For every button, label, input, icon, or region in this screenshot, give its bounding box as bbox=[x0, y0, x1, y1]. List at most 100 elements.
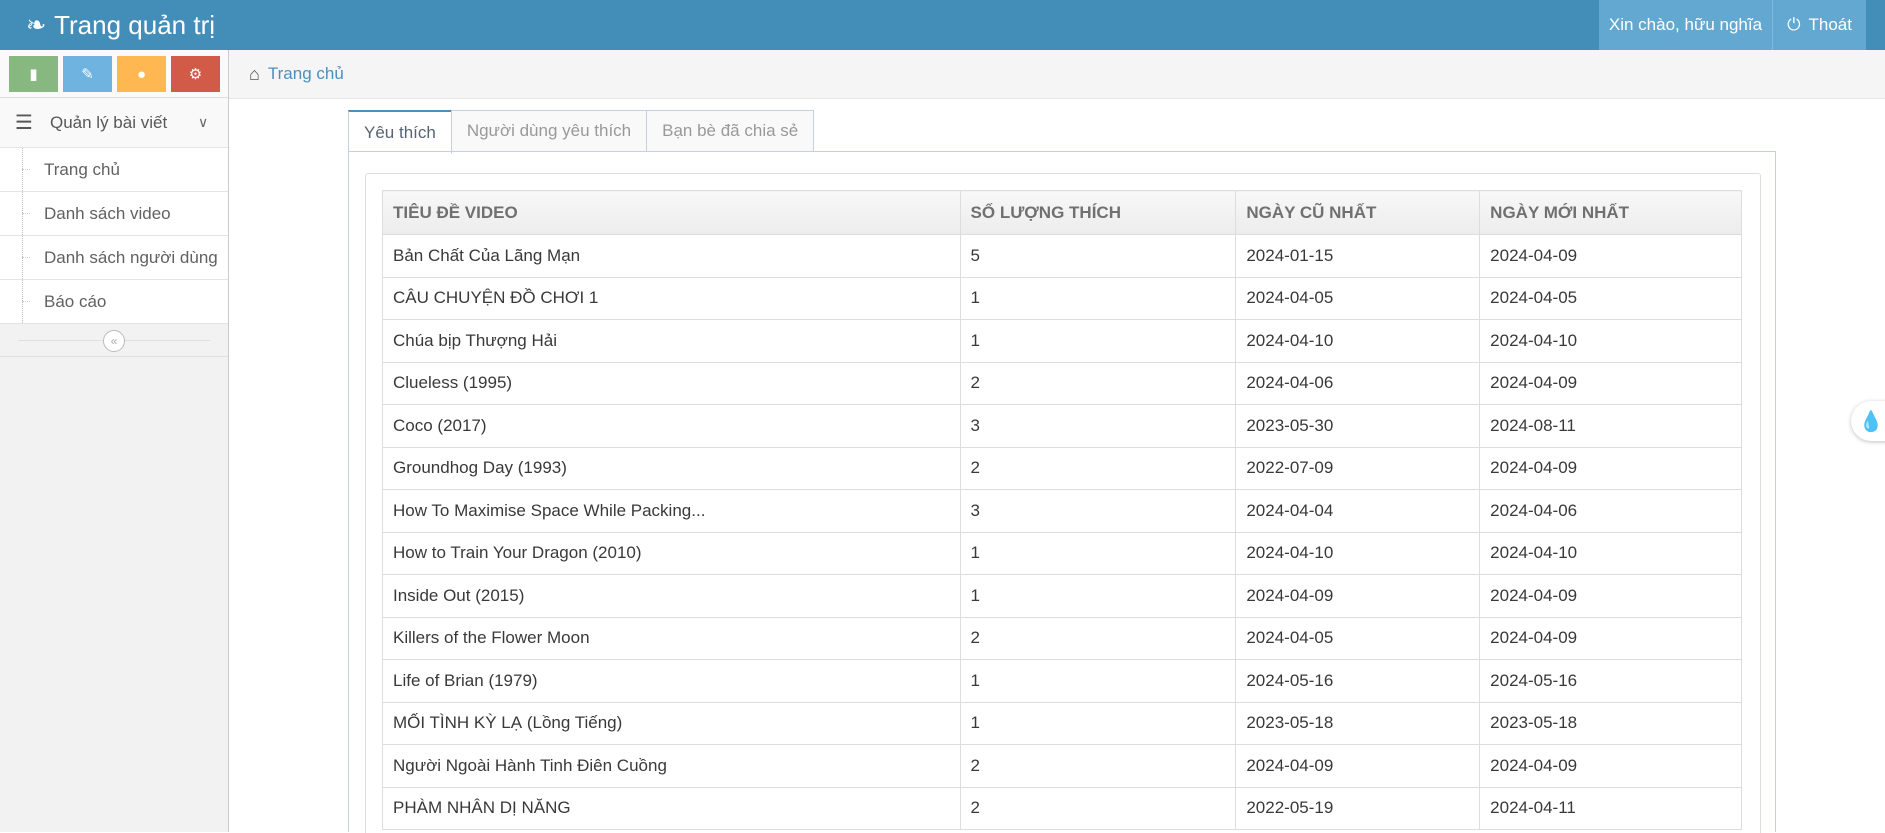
cell-title: Killers of the Flower Moon bbox=[382, 616, 961, 660]
sidebar-item-video-list[interactable]: Danh sách video bbox=[0, 192, 228, 236]
logout-button[interactable]: ⏻ Thoát bbox=[1773, 0, 1866, 50]
table-row: Killers of the Flower Moon 2 2024-04-05 202… bbox=[382, 616, 1742, 660]
cell-newest: 2024-05-16 bbox=[1479, 659, 1742, 703]
cell-title: CÂU CHUYỆN ĐỒ CHƠI 1 bbox=[382, 276, 961, 320]
list-icon: ☰ bbox=[15, 112, 33, 134]
navbar-right: Xin chào, hữu nghĩa ⏻ Thoát bbox=[1598, 0, 1866, 50]
cell-newest: 2024-04-06 bbox=[1479, 489, 1742, 533]
table-row: Coco (2017) 3 2023-05-30 2024-08-11 bbox=[382, 404, 1742, 448]
cell-newest: 2024-04-10 bbox=[1479, 319, 1742, 363]
table-row: Người Ngoài Hành Tinh Điên Cuồng 2 2024-04… bbox=[382, 744, 1742, 788]
table-row: How to Train Your Dragon (2010) 1 2024-04-… bbox=[382, 531, 1742, 575]
sidebar-item-user-list[interactable]: Danh sách người dùng bbox=[0, 236, 228, 280]
chevron-down-icon: ∨ bbox=[198, 114, 209, 130]
cell-title: Coco (2017) bbox=[382, 404, 961, 448]
sidebar: ▮ ✎ ● ⚙ ☰ Quản lý bài viết ∨ Trang chủ D… bbox=[0, 50, 229, 832]
tab-favorite-users[interactable]: Người dùng yêu thích bbox=[450, 110, 648, 152]
users-icon[interactable]: ● bbox=[117, 56, 166, 92]
cell-newest: 2024-04-09 bbox=[1479, 616, 1742, 660]
cell-title: MỐI TÌNH KỲ LẠ (Lồng Tiếng) bbox=[382, 701, 961, 745]
breadcrumb-home[interactable]: Trang chủ bbox=[268, 64, 344, 84]
home-icon: ⌂ bbox=[249, 63, 260, 84]
cell-title: How To Maximise Space While Packing... bbox=[382, 489, 961, 533]
sidebar-submenu: Trang chủ Danh sách video Danh sách ngườ… bbox=[0, 148, 228, 324]
cell-likes: 1 bbox=[959, 319, 1237, 363]
navbar: ❧ Trang quản trị Xin chào, hữu nghĩa ⏻ T… bbox=[0, 0, 1885, 50]
table-row: PHÀM NHÂN DỊ NĂNG 2 2022-05-19 2024-04-11 bbox=[382, 786, 1742, 830]
cell-title: Chúa bịp Thượng Hải bbox=[382, 319, 961, 363]
sidebar-menu-posts[interactable]: ☰ Quản lý bài viết ∨ bbox=[0, 98, 228, 148]
sidebar-item-report[interactable]: Báo cáo bbox=[0, 280, 228, 324]
cell-oldest: 2024-04-05 bbox=[1235, 276, 1481, 320]
cell-oldest: 2023-05-18 bbox=[1235, 701, 1481, 745]
table-row: CÂU CHUYỆN ĐỒ CHƠI 1 1 2024-04-05 2024-04-0… bbox=[382, 276, 1742, 320]
column-header-title[interactable]: TIÊU ĐỀ VIDEO bbox=[382, 190, 961, 235]
cell-likes: 1 bbox=[959, 531, 1237, 575]
sidebar-item-home[interactable]: Trang chủ bbox=[0, 148, 228, 192]
cell-title: PHÀM NHÂN DỊ NĂNG bbox=[382, 786, 961, 830]
pencil-icon[interactable]: ✎ bbox=[63, 56, 112, 92]
column-header-likes[interactable]: SỐ LƯỢNG THÍCH bbox=[959, 190, 1237, 235]
logout-label: Thoát bbox=[1808, 15, 1852, 34]
cell-likes: 2 bbox=[959, 361, 1237, 405]
table-header-row: TIÊU ĐỀ VIDEO SỐ LƯỢNG THÍCH NGÀY CŨ NHẤ… bbox=[382, 190, 1742, 235]
user-greeting[interactable]: Xin chào, hữu nghĩa bbox=[1598, 0, 1774, 50]
signal-icon[interactable]: ▮ bbox=[9, 56, 58, 92]
cell-oldest: 2024-04-10 bbox=[1235, 531, 1481, 575]
cell-oldest: 2022-07-09 bbox=[1235, 446, 1481, 490]
double-chevron-left-icon[interactable]: « bbox=[103, 330, 125, 352]
cell-title: Inside Out (2015) bbox=[382, 574, 961, 618]
cell-title: Người Ngoài Hành Tinh Điên Cuồng bbox=[382, 744, 961, 788]
cell-title: Bản Chất Của Lãng Mạn bbox=[382, 234, 961, 278]
cell-newest: 2024-04-11 bbox=[1479, 786, 1742, 830]
cell-oldest: 2024-04-09 bbox=[1235, 744, 1481, 788]
cell-likes: 1 bbox=[959, 701, 1237, 745]
table-row: Clueless (1995) 2 2024-04-06 2024-04-09 bbox=[382, 361, 1742, 405]
tab-bar: Yêu thích Người dùng yêu thích Bạn bè đã… bbox=[348, 110, 815, 154]
table-row: How To Maximise Space While Packing... 3 2… bbox=[382, 489, 1742, 533]
cell-likes: 2 bbox=[959, 744, 1237, 788]
cell-likes: 2 bbox=[959, 446, 1237, 490]
table-row: Inside Out (2015) 1 2024-04-09 2024-04-09 bbox=[382, 574, 1742, 618]
cell-likes: 2 bbox=[959, 616, 1237, 660]
cell-newest: 2023-05-18 bbox=[1479, 701, 1742, 745]
cell-newest: 2024-04-09 bbox=[1479, 744, 1742, 788]
table-row: Bản Chất Của Lãng Mạn 5 2024-01-15 2024-04-… bbox=[382, 234, 1742, 278]
cell-oldest: 2023-05-30 bbox=[1235, 404, 1481, 448]
cell-newest: 2024-04-05 bbox=[1479, 276, 1742, 320]
water-drop-icon[interactable]: 💧 bbox=[1851, 401, 1885, 441]
column-header-newest-date[interactable]: NGÀY MỚI NHẤT bbox=[1479, 190, 1742, 235]
cell-newest: 2024-04-09 bbox=[1479, 574, 1742, 618]
cell-oldest: 2024-04-06 bbox=[1235, 361, 1481, 405]
cell-newest: 2024-04-09 bbox=[1479, 361, 1742, 405]
table-row: Life of Brian (1979) 1 2024-05-16 2024-05-1… bbox=[382, 659, 1742, 703]
cell-likes: 1 bbox=[959, 659, 1237, 703]
cell-oldest: 2022-05-19 bbox=[1235, 786, 1481, 830]
tab-shared-friends[interactable]: Bạn bè đã chia sẻ bbox=[646, 110, 815, 152]
cell-newest: 2024-08-11 bbox=[1479, 404, 1742, 448]
cell-title: Life of Brian (1979) bbox=[382, 659, 961, 703]
cell-oldest: 2024-01-15 bbox=[1235, 234, 1481, 278]
cell-oldest: 2024-04-04 bbox=[1235, 489, 1481, 533]
sidebar-collapse: « bbox=[0, 324, 228, 357]
cell-newest: 2024-04-09 bbox=[1479, 234, 1742, 278]
tab-favorites[interactable]: Yêu thích bbox=[348, 110, 452, 154]
breadcrumb: ⌂ Trang chủ bbox=[229, 50, 1885, 99]
cell-oldest: 2024-04-09 bbox=[1235, 574, 1481, 618]
column-header-oldest-date[interactable]: NGÀY CŨ NHẤT bbox=[1235, 190, 1481, 235]
cell-newest: 2024-04-10 bbox=[1479, 531, 1742, 575]
cell-likes: 3 bbox=[959, 404, 1237, 448]
cell-oldest: 2024-05-16 bbox=[1235, 659, 1481, 703]
cell-likes: 5 bbox=[959, 234, 1237, 278]
cogs-icon[interactable]: ⚙ bbox=[171, 56, 220, 92]
brand[interactable]: ❧ Trang quản trị bbox=[26, 0, 215, 50]
cell-newest: 2024-04-09 bbox=[1479, 446, 1742, 490]
cell-likes: 1 bbox=[959, 574, 1237, 618]
sidebar-menu-label: Quản lý bài viết bbox=[50, 112, 168, 132]
leaf-icon: ❧ bbox=[26, 11, 47, 39]
cell-likes: 3 bbox=[959, 489, 1237, 533]
cell-likes: 1 bbox=[959, 276, 1237, 320]
brand-title: Trang quản trị bbox=[54, 9, 216, 40]
table-row: MỐI TÌNH KỲ LẠ (Lồng Tiếng) 1 2023-05-18 20… bbox=[382, 701, 1742, 745]
sidebar-shortcuts: ▮ ✎ ● ⚙ bbox=[0, 50, 228, 98]
